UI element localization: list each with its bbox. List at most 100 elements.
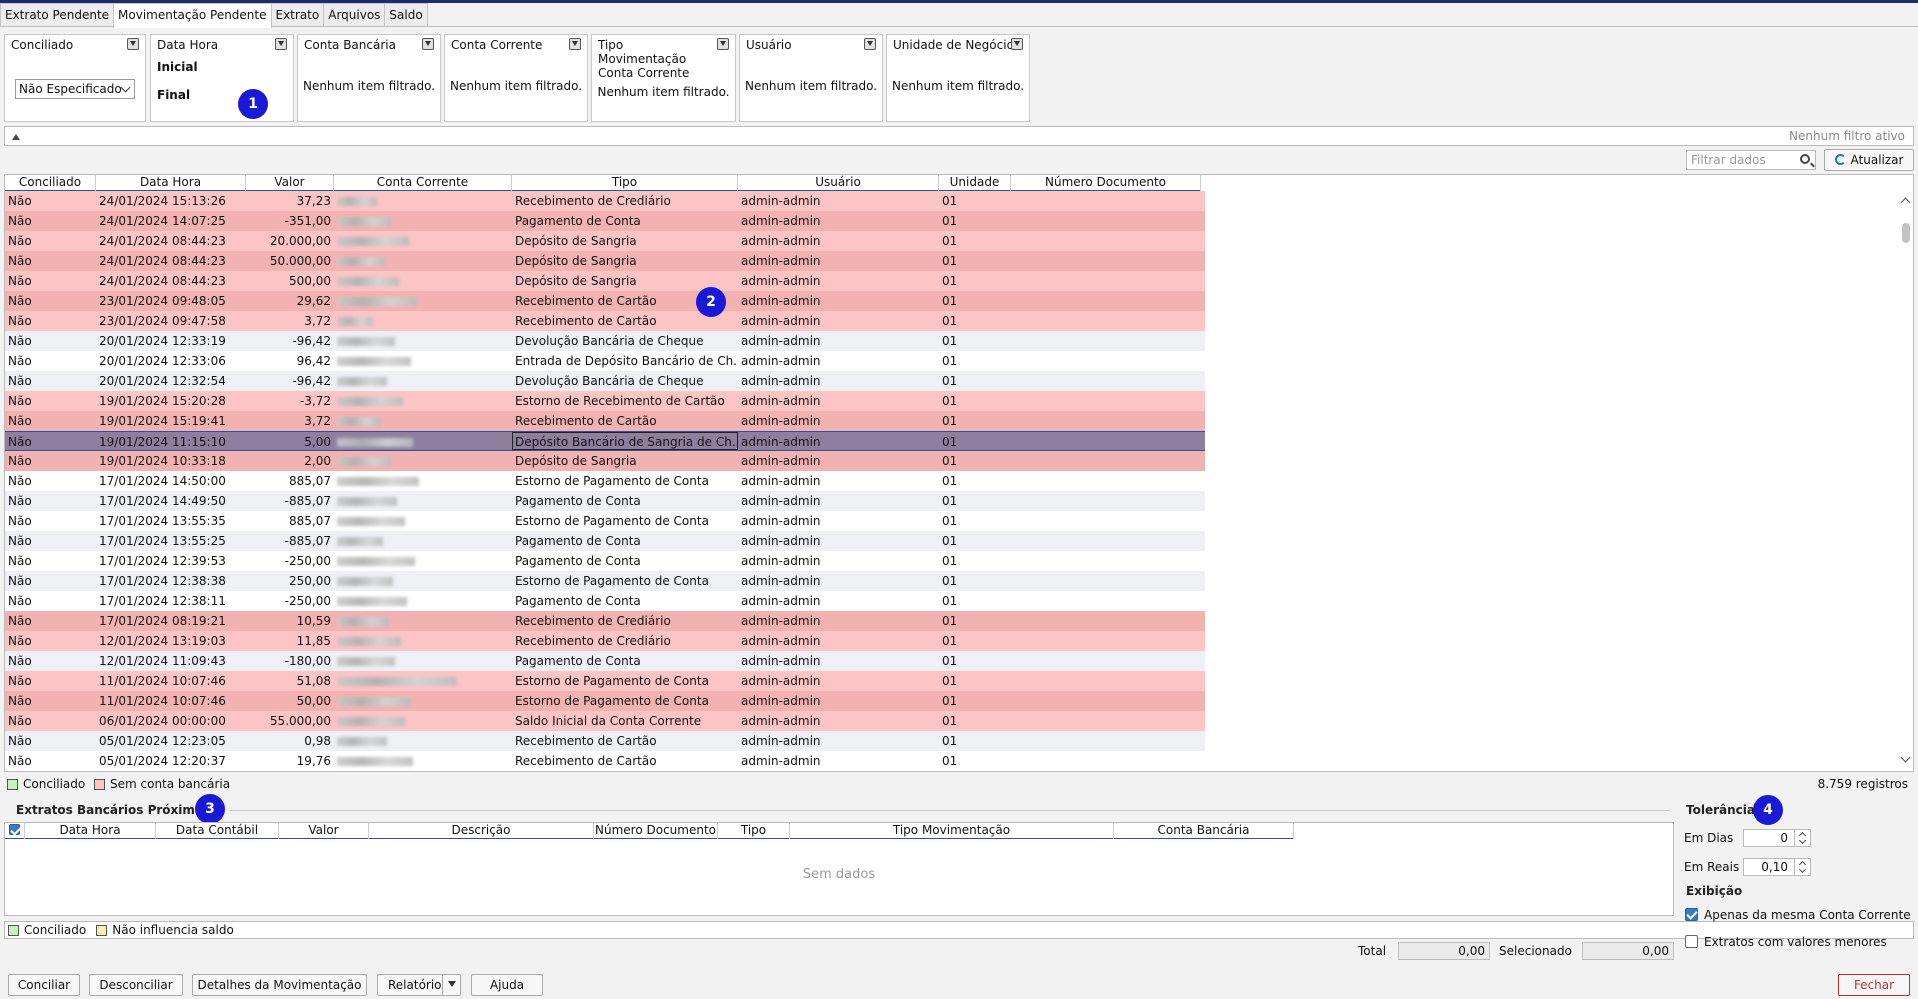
col-conta-bancaria[interactable]: Conta Bancária bbox=[1114, 823, 1294, 839]
table-row[interactable]: Não 20/01/2024 12:33:19 -96,42 Devolução Ba… bbox=[5, 331, 1205, 351]
filter-icon[interactable] bbox=[275, 38, 287, 50]
tab-arquivos[interactable]: Arquivos bbox=[323, 3, 386, 26]
tab-movimentacao-pendente[interactable]: Movimentação Pendente bbox=[113, 3, 272, 28]
table-row[interactable]: Não 19/01/2024 15:20:28 -3,72 Estorno de Re… bbox=[5, 391, 1205, 411]
col-valor[interactable]: Valor bbox=[279, 823, 369, 839]
table-row[interactable]: Não 17/01/2024 13:55:25 -885,07 Pagamento d… bbox=[5, 531, 1205, 551]
cell-usuario: admin-admin bbox=[741, 354, 821, 368]
table-row[interactable]: Não 11/01/2024 10:07:46 50,00 Estorno de Pa… bbox=[5, 691, 1205, 711]
relatorio-button[interactable]: Relatório bbox=[377, 974, 461, 996]
col-conciliado[interactable]: Conciliado bbox=[5, 175, 96, 191]
table-row[interactable]: Não 24/01/2024 08:44:23 500,00 Depósito de … bbox=[5, 271, 1205, 291]
tab-extrato[interactable]: Extrato bbox=[270, 3, 325, 26]
table-row[interactable]: Não 19/01/2024 11:15:10 5,00 Depósito Bancá… bbox=[5, 431, 1205, 451]
extratos-grid[interactable]: Data Hora Data Contábil Valor Descrição … bbox=[4, 822, 1674, 916]
ajuda-button[interactable]: Ajuda bbox=[471, 974, 543, 996]
filter-icon[interactable] bbox=[569, 38, 581, 50]
table-row[interactable]: Não 17/01/2024 14:49:50 -885,07 Pagamento d… bbox=[5, 491, 1205, 511]
vertical-scrollbar[interactable] bbox=[1899, 191, 1913, 771]
col-usuario[interactable]: Usuário bbox=[738, 175, 939, 191]
em-dias-spinner[interactable]: 0 bbox=[1743, 829, 1811, 847]
spinner-arrows-icon[interactable] bbox=[1794, 859, 1810, 875]
movimentacao-grid[interactable]: Conciliado Data Hora Valor Conta Corrent… bbox=[4, 174, 1914, 772]
tab-saldo[interactable]: Saldo bbox=[384, 3, 428, 26]
table-row[interactable]: Não 17/01/2024 12:38:11 -250,00 Pagamento d… bbox=[5, 591, 1205, 611]
table-row[interactable]: Não 24/01/2024 14:07:25 -351,00 Pagamento d… bbox=[5, 211, 1205, 231]
table-row[interactable]: Não 19/01/2024 10:33:18 2,00 Depósito de Sa… bbox=[5, 451, 1205, 471]
col-tipo[interactable]: Tipo bbox=[718, 823, 790, 839]
table-row[interactable]: Não 24/01/2024 15:13:26 37,23 Recebimento d… bbox=[5, 191, 1205, 211]
col-data-hora[interactable]: Data Hora bbox=[96, 175, 246, 191]
cell-conta-corrente bbox=[334, 631, 512, 651]
filter-icon[interactable] bbox=[422, 38, 434, 50]
exibicao-title: Exibição bbox=[1686, 884, 1743, 898]
cell-data-hora: 24/01/2024 08:44:23 bbox=[99, 234, 226, 248]
dropdown-arrow-icon[interactable] bbox=[442, 975, 460, 995]
tab-extrato-pendente[interactable]: Extrato Pendente bbox=[0, 3, 115, 26]
col-tipo-movimentacao[interactable]: Tipo Movimentação bbox=[790, 823, 1114, 839]
table-row[interactable]: Não 17/01/2024 14:50:00 885,07 Estorno de P… bbox=[5, 471, 1205, 491]
col-descricao[interactable]: Descrição bbox=[369, 823, 594, 839]
select-all-checkbox[interactable] bbox=[9, 824, 20, 835]
filter-icon[interactable] bbox=[1011, 38, 1023, 50]
table-row[interactable]: Não 11/01/2024 10:07:46 51,08 Estorno de Pa… bbox=[5, 671, 1205, 691]
col-tipo[interactable]: Tipo bbox=[512, 175, 738, 191]
cell-conta-corrente bbox=[334, 711, 512, 731]
table-row[interactable]: Não 24/01/2024 08:44:23 20.000,00 Depósito … bbox=[5, 231, 1205, 251]
cell-unidade: 01 bbox=[942, 234, 958, 248]
table-row[interactable]: Não 06/01/2024 00:00:00 55.000,00 Saldo Ini… bbox=[5, 711, 1205, 731]
conciliar-button[interactable]: Conciliar bbox=[8, 974, 80, 996]
scroll-down-icon[interactable] bbox=[1900, 752, 1911, 763]
table-row[interactable]: Não 12/01/2024 13:19:03 11,85 Recebimento d… bbox=[5, 631, 1205, 651]
em-reais-spinner[interactable]: 0,10 bbox=[1743, 858, 1811, 876]
col-data-contabil[interactable]: Data Contábil bbox=[156, 823, 279, 839]
col-valor[interactable]: Valor bbox=[246, 175, 334, 191]
conciliado-select[interactable]: Não Especificado bbox=[15, 79, 135, 99]
filter-status-bar[interactable]: Nenhum filtro ativo bbox=[4, 126, 1914, 146]
cell-valor: 0,98 bbox=[304, 734, 331, 748]
table-row[interactable]: Não 24/01/2024 08:44:23 50.000,00 Depósito … bbox=[5, 251, 1205, 271]
col-data-hora[interactable]: Data Hora bbox=[25, 823, 156, 839]
table-row[interactable]: Não 20/01/2024 12:33:06 96,42 Entrada de De… bbox=[5, 351, 1205, 371]
table-row[interactable]: Não 19/01/2024 15:19:41 3,72 Recebimento de… bbox=[5, 411, 1205, 431]
desconciliar-button[interactable]: Desconciliar bbox=[89, 974, 183, 996]
col-unidade[interactable]: Unidade bbox=[939, 175, 1011, 191]
valores-menores-checkbox[interactable] bbox=[1685, 935, 1698, 948]
filter-icon[interactable] bbox=[127, 38, 139, 50]
table-row[interactable]: Não 17/01/2024 13:55:35 885,07 Estorno de P… bbox=[5, 511, 1205, 531]
select-all-cell[interactable] bbox=[5, 823, 25, 839]
col-numero-documento[interactable]: Número Documento bbox=[594, 823, 718, 839]
cell-usuario: admin-admin bbox=[741, 694, 821, 708]
scroll-up-icon[interactable] bbox=[1900, 197, 1911, 208]
refresh-button[interactable]: Atualizar bbox=[1824, 149, 1914, 171]
scroll-thumb[interactable] bbox=[1902, 223, 1910, 243]
collapse-up-icon[interactable] bbox=[12, 134, 20, 140]
cell-usuario: admin-admin bbox=[741, 194, 821, 208]
table-row[interactable]: Não 05/01/2024 12:23:05 0,98 Recebimento de… bbox=[5, 731, 1205, 751]
mesma-conta-label[interactable]: Apenas da mesma Conta Corrente bbox=[1704, 908, 1911, 922]
cell-tipo: Recebimento de Cartão bbox=[515, 754, 657, 768]
table-row[interactable]: Não 05/01/2024 12:20:37 19,76 Recebimento d… bbox=[5, 751, 1205, 771]
table-row[interactable]: Não 17/01/2024 08:19:21 10,59 Recebimento d… bbox=[5, 611, 1205, 631]
filter-icon[interactable] bbox=[717, 38, 729, 50]
cell-conciliado: Não bbox=[8, 374, 32, 388]
table-row[interactable]: Não 23/01/2024 09:48:05 29,62 Recebimento d… bbox=[5, 291, 1205, 311]
search-icon[interactable] bbox=[1800, 154, 1810, 164]
redacted-account bbox=[337, 497, 397, 506]
fechar-button[interactable]: Fechar bbox=[1838, 974, 1910, 996]
filter-icon[interactable] bbox=[864, 38, 876, 50]
col-numero-documento[interactable]: Número Documento bbox=[1011, 175, 1201, 191]
table-row[interactable]: Não 12/01/2024 11:09:43 -180,00 Pagamento d… bbox=[5, 651, 1205, 671]
table-row[interactable]: Não 17/01/2024 12:39:53 -250,00 Pagamento d… bbox=[5, 551, 1205, 571]
table-row[interactable]: Não 23/01/2024 09:47:58 3,72 Recebimento de… bbox=[5, 311, 1205, 331]
table-row[interactable]: Não 20/01/2024 12:32:54 -96,42 Devolução Ba… bbox=[5, 371, 1205, 391]
col-conta-corrente[interactable]: Conta Corrente bbox=[334, 175, 512, 191]
table-row[interactable]: Não 17/01/2024 12:38:38 250,00 Estorno de P… bbox=[5, 571, 1205, 591]
valores-menores-label[interactable]: Extratos com valores menores bbox=[1704, 935, 1887, 949]
detalhes-movimentacao-button[interactable]: Detalhes da Movimentação bbox=[192, 974, 367, 996]
spinner-arrows-icon[interactable] bbox=[1794, 830, 1810, 846]
legend-label: Conciliado bbox=[24, 923, 87, 937]
cell-numero-documento bbox=[1011, 351, 1201, 371]
mesma-conta-checkbox[interactable] bbox=[1685, 908, 1698, 921]
filter-data-input[interactable]: Filtrar dados bbox=[1686, 150, 1816, 170]
